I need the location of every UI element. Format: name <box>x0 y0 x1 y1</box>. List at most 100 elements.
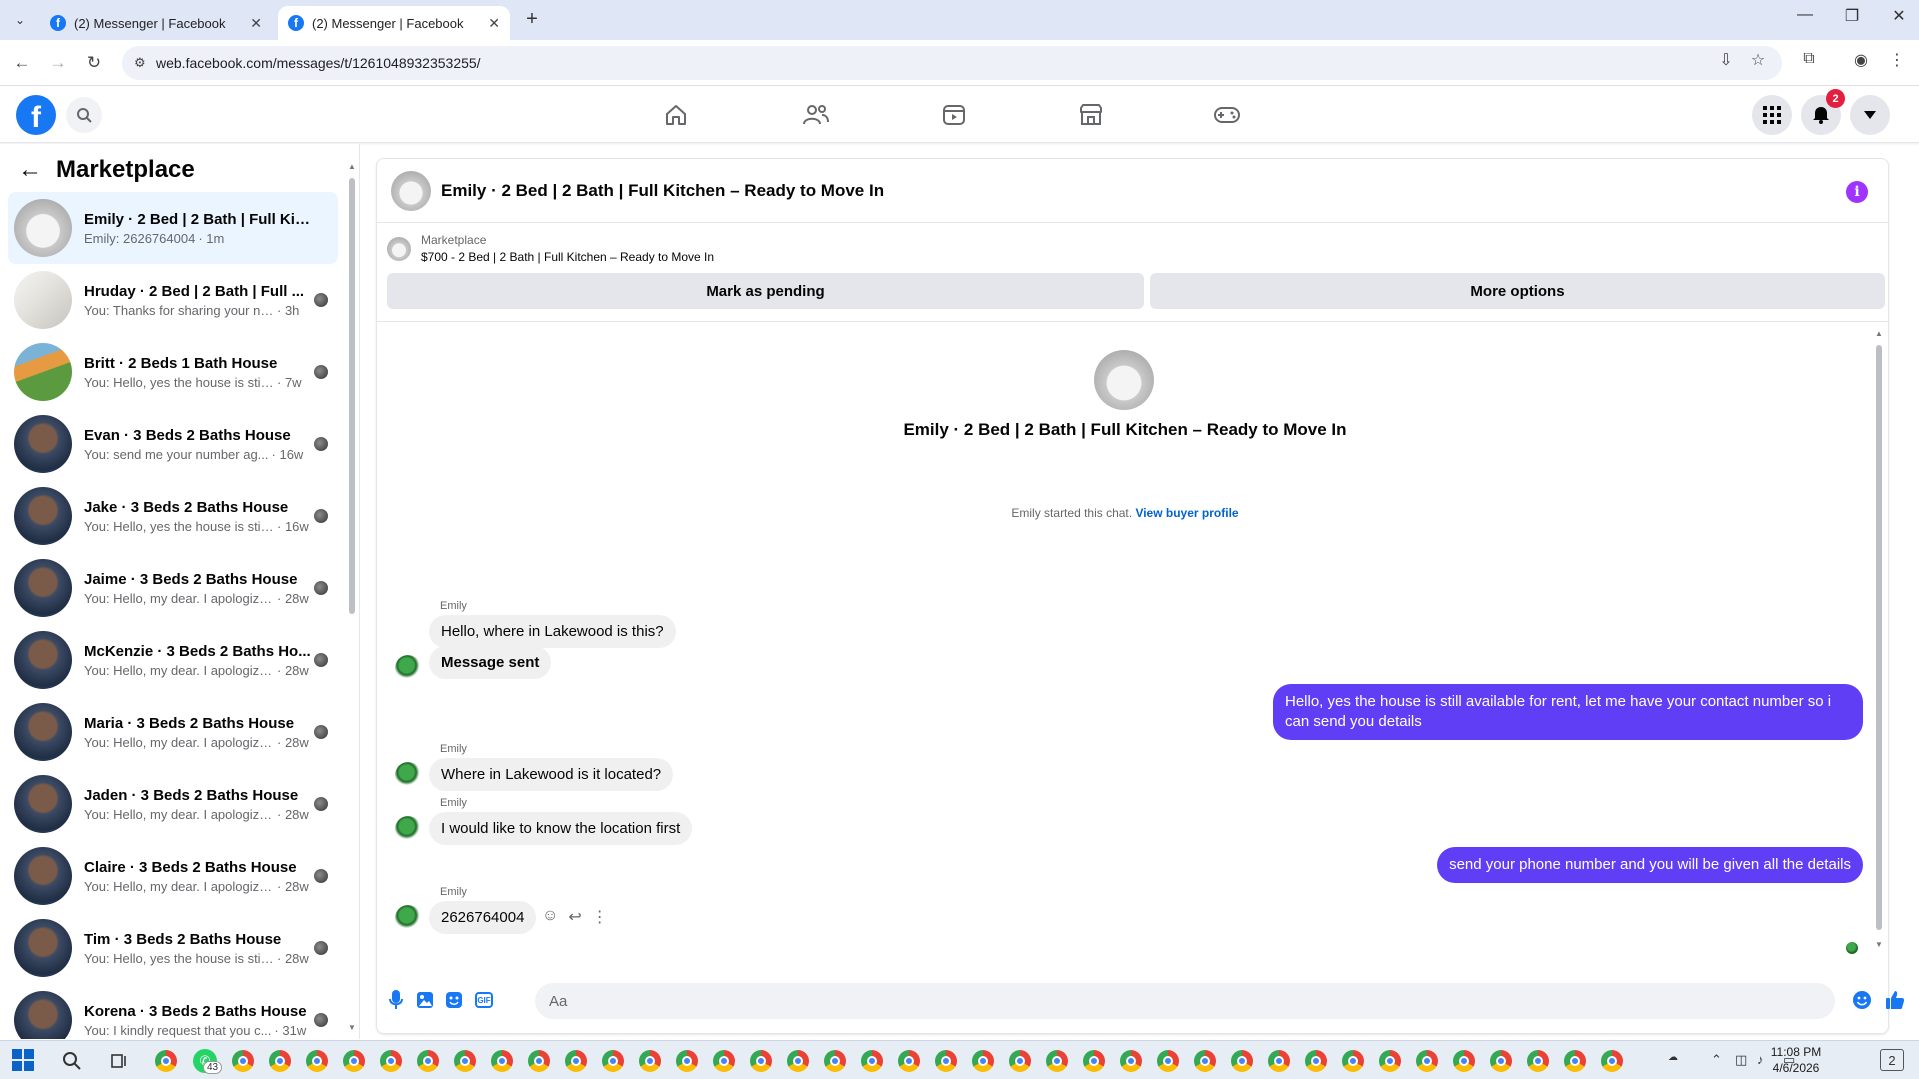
tab-close-icon[interactable]: ✕ <box>250 15 262 32</box>
scroll-down-icon[interactable]: ▼ <box>1875 940 1883 949</box>
friends-icon[interactable] <box>786 93 846 137</box>
conversation-item[interactable]: Evan · 3 Beds 2 Baths House You: send me … <box>8 408 338 480</box>
chrome-taskbar-icon[interactable] <box>1379 1050 1401 1072</box>
chrome-taskbar-icon[interactable] <box>380 1050 402 1072</box>
more-actions-icon[interactable]: ⋮ <box>592 907 608 927</box>
conversation-item[interactable]: Hruday · 2 Bed | 2 Bath | Full ... You: T… <box>8 264 338 336</box>
chrome-taskbar-icon[interactable] <box>1120 1050 1142 1072</box>
notifications-button[interactable]: 2 <box>1801 89 1845 135</box>
sender-avatar[interactable] <box>395 655 421 681</box>
sender-avatar[interactable] <box>395 905 421 931</box>
chrome-taskbar-icon[interactable] <box>1231 1050 1253 1072</box>
conversation-item[interactable]: Jaime · 3 Beds 2 Baths House You: Hello, … <box>8 552 338 624</box>
account-menu-button[interactable] <box>1850 95 1890 135</box>
conversation-item[interactable]: Emily · 2 Bed | 2 Bath | Full Kitch... Em… <box>8 192 338 264</box>
chrome-taskbar-icon[interactable] <box>1268 1050 1290 1072</box>
maximize-button[interactable]: ❐ <box>1832 6 1872 26</box>
chrome-taskbar-icon[interactable] <box>1157 1050 1179 1072</box>
message-input[interactable] <box>535 983 1835 1019</box>
chrome-taskbar-icon[interactable] <box>565 1050 587 1072</box>
extensions-icon[interactable]: ⧉ <box>1796 50 1822 68</box>
message-bubble-incoming[interactable]: Hello, where in Lakewood is this? <box>429 615 676 648</box>
chrome-taskbar-icon[interactable] <box>1305 1050 1327 1072</box>
browser-tab-active[interactable]: f (2) Messenger | Facebook ✕ <box>278 6 510 40</box>
react-emoji-icon[interactable]: ☺ <box>542 907 558 927</box>
emoji-icon[interactable] <box>1851 989 1873 1011</box>
bookmark-star-icon[interactable]: ☆ <box>1745 50 1771 70</box>
chrome-taskbar-icon[interactable] <box>898 1050 920 1072</box>
search-icon[interactable] <box>66 97 102 133</box>
install-app-icon[interactable]: ⇩ <box>1713 50 1739 70</box>
video-icon[interactable] <box>924 93 984 137</box>
chrome-taskbar-icon[interactable] <box>155 1050 177 1072</box>
browser-menu-icon[interactable]: ⋮ <box>1884 50 1910 70</box>
chrome-taskbar-icon[interactable] <box>1009 1050 1031 1072</box>
conversation-item[interactable]: Britt · 2 Beds 1 Bath House You: Hello, y… <box>8 336 338 408</box>
listing-summary[interactable]: Marketplace $700 - 2 Bed | 2 Bath | Full… <box>387 233 714 264</box>
taskbar-clock[interactable]: 11:08 PM 4/6/2026 <box>1756 1044 1836 1076</box>
scroll-up-icon[interactable]: ▲ <box>348 162 356 171</box>
new-tab-button[interactable]: + <box>520 8 544 31</box>
conversation-item[interactable]: Claire · 3 Beds 2 Baths House You: Hello,… <box>8 840 338 912</box>
chrome-taskbar-icon[interactable] <box>417 1050 439 1072</box>
task-view-icon[interactable] <box>106 1048 132 1074</box>
weather-icon[interactable]: ☁ <box>1668 1052 1678 1063</box>
url-field[interactable]: ⚙ web.facebook.com/messages/t/1261048932… <box>122 46 1782 80</box>
windows-start-icon[interactable] <box>12 1049 34 1071</box>
conversation-item[interactable]: Tim · 3 Beds 2 Baths House You: Hello, ye… <box>8 912 338 984</box>
chrome-taskbar-icon[interactable] <box>343 1050 365 1072</box>
sidebar-scrollbar[interactable]: ▲ ▼ <box>348 162 356 1032</box>
chrome-taskbar-icon[interactable] <box>232 1050 254 1072</box>
action-center-icon[interactable]: 2 <box>1880 1049 1904 1071</box>
chrome-taskbar-icon[interactable] <box>1490 1050 1512 1072</box>
scrollbar-thumb[interactable] <box>1876 345 1882 930</box>
chrome-taskbar-icon[interactable] <box>528 1050 550 1072</box>
more-options-button[interactable]: More options <box>1150 273 1885 309</box>
reply-icon[interactable]: ↩ <box>568 907 581 927</box>
close-window-button[interactable]: ✕ <box>1879 6 1919 26</box>
menu-grid-icon[interactable] <box>1752 95 1792 135</box>
site-info-icon[interactable]: ⚙ <box>134 55 146 71</box>
sticker-icon[interactable] <box>443 989 465 1011</box>
message-bubble-incoming[interactable]: I would like to know the location first <box>429 812 693 845</box>
forward-icon[interactable]: → <box>45 50 71 76</box>
chrome-taskbar-icon[interactable] <box>602 1050 624 1072</box>
message-bubble-outgoing[interactable]: send your phone number and you will be g… <box>1437 847 1863 883</box>
view-buyer-profile-link[interactable]: View buyer profile <box>1135 506 1238 520</box>
chrome-taskbar-icon[interactable] <box>713 1050 735 1072</box>
chrome-taskbar-icon[interactable] <box>861 1050 883 1072</box>
tab-close-icon[interactable]: ✕ <box>488 15 500 32</box>
conversation-item[interactable]: McKenzie · 3 Beds 2 Baths Ho... You: Hell… <box>8 624 338 696</box>
listing-avatar[interactable] <box>391 170 431 211</box>
scrollbar-thumb[interactable] <box>349 178 355 614</box>
chrome-taskbar-icon[interactable] <box>1564 1050 1586 1072</box>
scroll-down-icon[interactable]: ▼ <box>348 1023 356 1032</box>
facebook-logo[interactable]: f <box>16 95 56 135</box>
back-icon[interactable]: ← <box>9 50 35 76</box>
chrome-taskbar-icon[interactable] <box>1342 1050 1364 1072</box>
marketplace-icon[interactable] <box>1061 93 1121 137</box>
chrome-taskbar-icon[interactable] <box>639 1050 661 1072</box>
minimize-button[interactable]: — <box>1785 6 1825 24</box>
back-arrow-icon[interactable]: ← <box>18 156 42 184</box>
home-icon[interactable] <box>646 93 706 137</box>
gif-icon[interactable]: GIF <box>475 992 493 1008</box>
mark-as-pending-button[interactable]: Mark as pending <box>387 273 1144 309</box>
message-bubble-incoming[interactable]: Message sent <box>429 646 552 679</box>
chrome-taskbar-icon[interactable] <box>1194 1050 1216 1072</box>
tray-chevron-icon[interactable]: ⌃ <box>1711 1052 1722 1068</box>
chrome-taskbar-icon[interactable] <box>1601 1050 1623 1072</box>
browser-tab[interactable]: f (2) Messenger | Facebook ✕ <box>40 6 272 40</box>
chrome-taskbar-icon[interactable] <box>935 1050 957 1072</box>
scroll-up-icon[interactable]: ▲ <box>1875 329 1883 338</box>
chrome-taskbar-icon[interactable] <box>1527 1050 1549 1072</box>
chrome-taskbar-icon[interactable] <box>824 1050 846 1072</box>
profile-icon[interactable]: ◉ <box>1848 50 1874 70</box>
chrome-taskbar-icon[interactable] <box>306 1050 328 1072</box>
message-bubble-incoming[interactable]: 2626764004 <box>429 901 537 934</box>
conversation-item[interactable]: Maria · 3 Beds 2 Baths House You: Hello, … <box>8 696 338 768</box>
search-icon[interactable] <box>59 1048 85 1074</box>
chrome-taskbar-icon[interactable] <box>269 1050 291 1072</box>
chrome-taskbar-icon[interactable] <box>1453 1050 1475 1072</box>
camera-tray-icon[interactable]: ◫ <box>1735 1052 1747 1068</box>
